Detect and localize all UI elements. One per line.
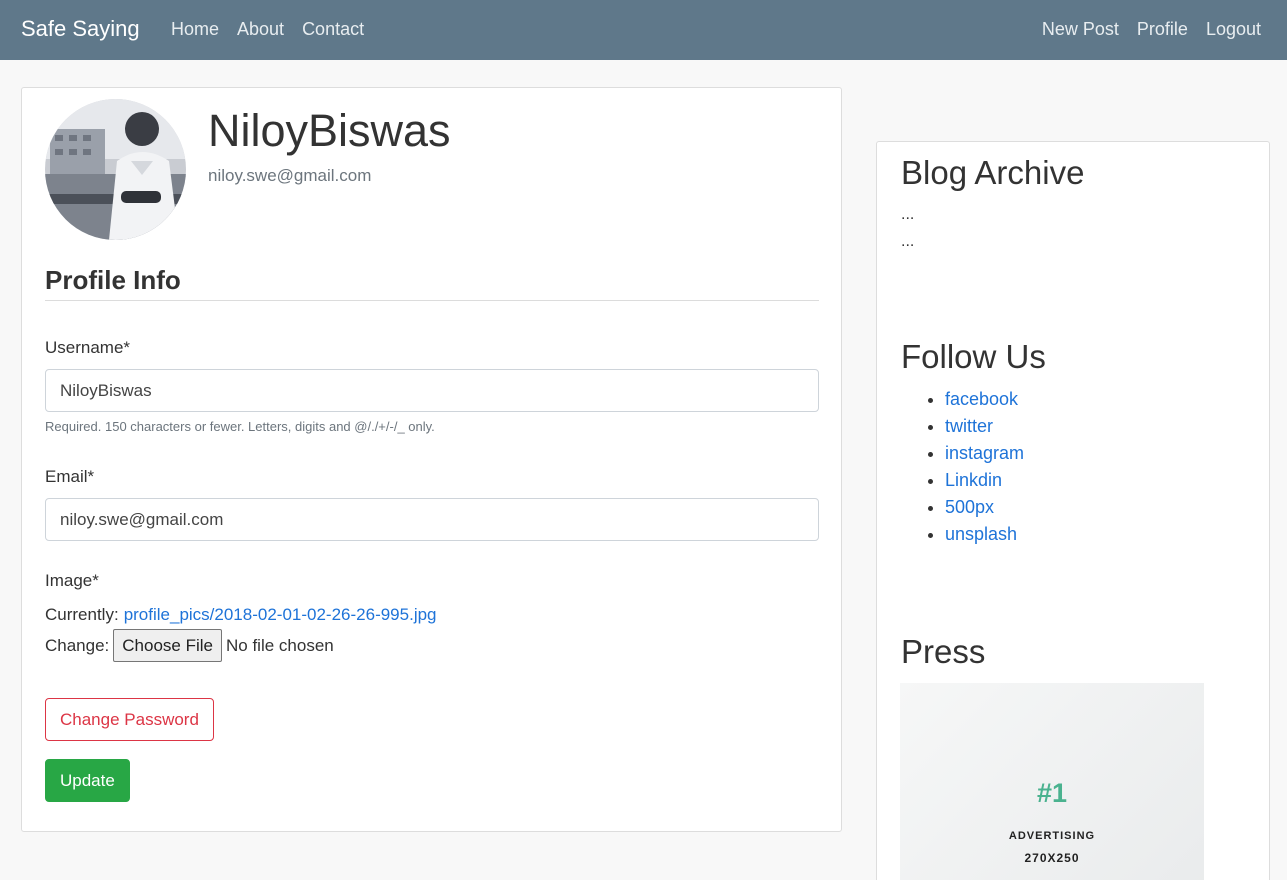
facebook-link[interactable]: facebook [945, 389, 1018, 409]
username-label: Username* [45, 338, 131, 357]
unsplash-link[interactable]: unsplash [945, 524, 1017, 544]
nav-home-link[interactable]: Home [171, 17, 219, 41]
profile-username: NiloyBiswas [208, 105, 451, 156]
nav-contact-link[interactable]: Contact [302, 17, 364, 41]
image-label: Image* [45, 571, 99, 590]
email-input[interactable] [45, 498, 819, 541]
change-image-row: Change: Choose File No file chosen [45, 629, 334, 662]
list-item: unsplash [945, 521, 1024, 548]
ad-line-2: 270X250 [1024, 851, 1080, 865]
archive-item[interactable]: ... [901, 232, 914, 252]
brand-link[interactable]: Safe Saying [21, 15, 140, 43]
twitter-link[interactable]: twitter [945, 416, 993, 436]
press-heading: Press [901, 633, 986, 670]
current-image-link[interactable]: profile_pics/2018-02-01-02-26-26-995.jpg [124, 604, 437, 626]
profile-info-heading: Profile Info [45, 264, 819, 301]
blog-archive-heading: Blog Archive [901, 154, 1085, 191]
instagram-link[interactable]: instagram [945, 443, 1024, 463]
follow-us-heading: Follow Us [901, 338, 1046, 375]
username-help-text: Required. 150 characters or fewer. Lette… [45, 419, 435, 434]
ad-rank: #1 [1036, 778, 1068, 808]
list-item: facebook [945, 386, 1024, 413]
advertisement-banner[interactable]: #1 ADVERTISING 270X250 [900, 683, 1204, 880]
profile-card: NiloyBiswas niloy.swe@gmail.com Profile … [21, 87, 842, 832]
update-button[interactable]: Update [45, 759, 130, 802]
nav-profile-link[interactable]: Profile [1137, 17, 1188, 41]
no-file-text: No file chosen [226, 635, 334, 655]
username-input[interactable] [45, 369, 819, 412]
list-item: Linkdin [945, 467, 1024, 494]
sidebar: Blog Archive ... ... Follow Us facebook … [876, 141, 1270, 880]
nav-new-post-link[interactable]: New Post [1042, 17, 1119, 41]
linkedin-link[interactable]: Linkdin [945, 470, 1002, 490]
profile-email: niloy.swe@gmail.com [208, 166, 372, 185]
avatar-photo [45, 99, 186, 240]
nav-logout-link[interactable]: Logout [1206, 17, 1261, 41]
nav-right: New Post Profile Logout [1042, 17, 1261, 41]
list-item: twitter [945, 413, 1024, 440]
avatar [45, 99, 186, 240]
ad-line-1: ADVERTISING [1008, 830, 1096, 842]
nav-left: Home About Contact [171, 17, 364, 41]
navbar: Safe Saying Home About Contact New Post … [0, 0, 1287, 60]
change-label: Change: [45, 635, 110, 655]
email-label: Email* [45, 467, 95, 486]
nav-about-link[interactable]: About [237, 17, 284, 41]
follow-links-list: facebook twitter instagram Linkdin 500px… [929, 386, 1024, 548]
list-item: instagram [945, 440, 1024, 467]
500px-link[interactable]: 500px [945, 497, 994, 517]
choose-file-button[interactable]: Choose File [113, 629, 222, 662]
list-item: 500px [945, 494, 1024, 521]
current-image-row: Currently: profile_pics/2018-02-01-02-26… [45, 604, 437, 626]
currently-label: Currently: [45, 605, 119, 624]
change-password-button[interactable]: Change Password [45, 698, 214, 741]
archive-item[interactable]: ... [901, 205, 914, 225]
